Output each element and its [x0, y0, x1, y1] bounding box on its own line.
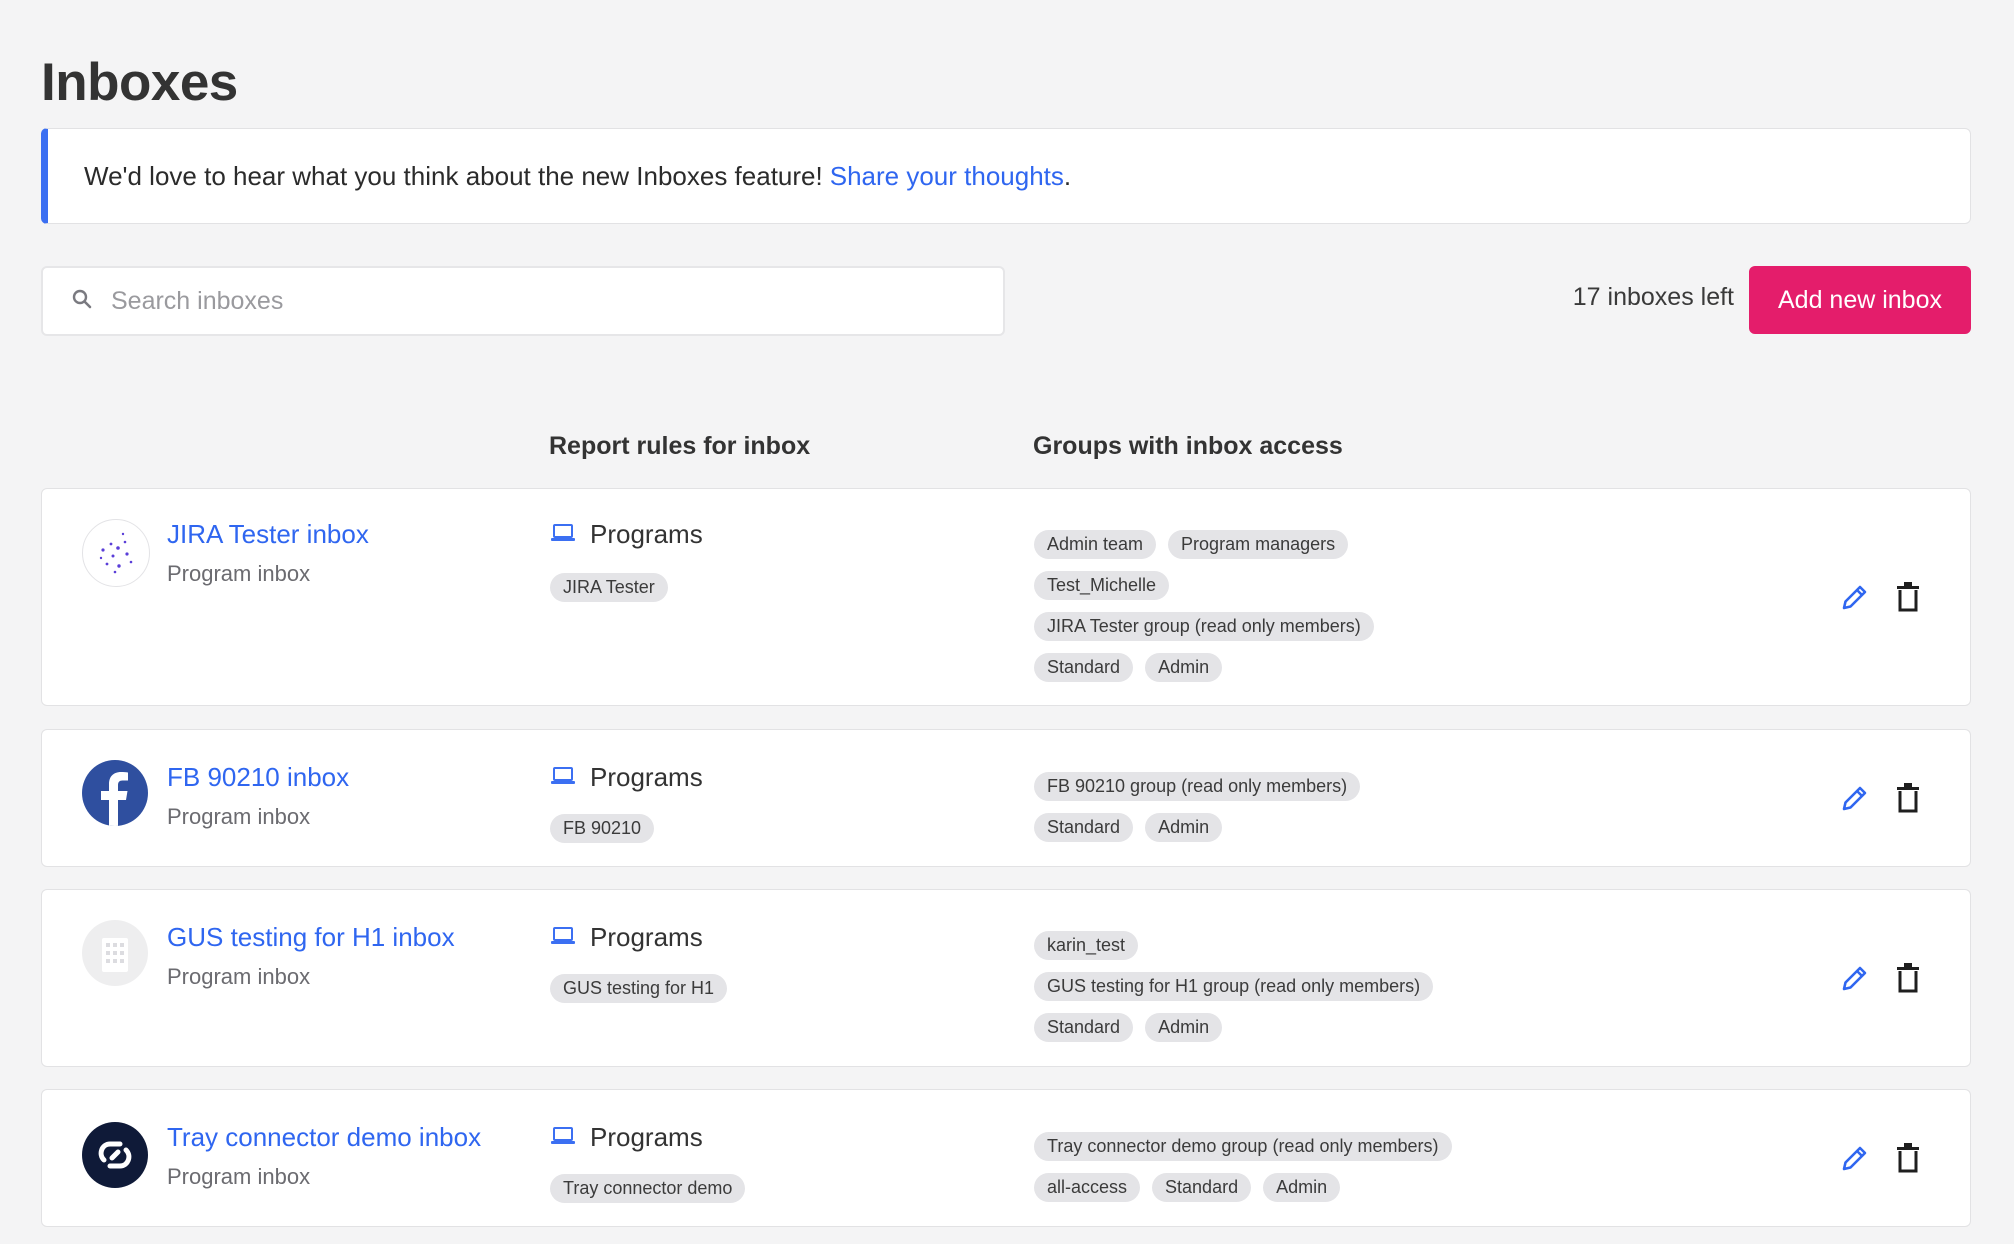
program-chips: Tray connector demo	[550, 1174, 757, 1203]
building-icon	[82, 920, 148, 986]
row-actions	[1839, 1142, 1921, 1179]
edit-icon[interactable]	[1839, 782, 1871, 819]
edit-icon[interactable]	[1839, 1142, 1871, 1179]
inbox-avatar	[82, 519, 150, 587]
inbox-row: Tray connector demo inbox Program inbox …	[41, 1089, 1971, 1227]
laptop-icon	[550, 1122, 576, 1153]
search-input[interactable]	[109, 285, 933, 317]
report-rule: Programs	[550, 762, 703, 793]
report-rule-label: Programs	[590, 1122, 703, 1152]
program-chips: JIRA Tester	[550, 573, 680, 602]
group-chip: Admin	[1145, 813, 1223, 842]
delete-icon[interactable]	[1895, 1142, 1921, 1179]
program-chip: GUS testing for H1	[550, 974, 728, 1003]
group-chips: FB 90210 group (read only members) Stand…	[1034, 772, 1372, 854]
program-chips: GUS testing for H1	[550, 974, 739, 1003]
group-chip: Test_Michelle	[1034, 571, 1170, 600]
group-chip: GUS testing for H1 group (read only memb…	[1034, 972, 1434, 1001]
inbox-type: Program inbox	[167, 561, 311, 586]
group-chip: Tray connector demo group (read only mem…	[1034, 1132, 1452, 1161]
delete-icon[interactable]	[1895, 962, 1921, 999]
row-actions	[1839, 962, 1921, 999]
group-chip: FB 90210 group (read only members)	[1034, 772, 1361, 801]
facebook-logo-icon	[82, 760, 148, 826]
laptop-icon	[550, 762, 576, 793]
inbox-type: Program inbox	[167, 964, 311, 989]
column-header-groups: Groups with inbox access	[1033, 432, 1343, 460]
group-chip: Standard	[1152, 1173, 1252, 1202]
edit-icon[interactable]	[1839, 581, 1871, 618]
banner-suffix: .	[1063, 160, 1072, 191]
inbox-name-link[interactable]: Tray connector demo inbox	[167, 1122, 481, 1153]
inbox-type: Program inbox	[167, 804, 311, 829]
feedback-banner: We'd love to hear what you think about t…	[41, 128, 1971, 224]
inbox-row: FB 90210 inbox Program inbox Programs FB…	[41, 729, 1971, 867]
group-chips: karin_test GUS testing for H1 group (rea…	[1034, 931, 1445, 1054]
inbox-row: GUS testing for H1 inbox Program inbox P…	[41, 889, 1971, 1067]
report-rule: Programs	[550, 1122, 703, 1153]
banner-text: We'd love to hear what you think about t…	[84, 160, 823, 191]
group-chip: Admin team	[1034, 530, 1157, 559]
row-actions	[1839, 581, 1921, 618]
page-title: Inboxes	[41, 53, 238, 112]
inboxes-left-count: 17 inboxes left	[1572, 283, 1734, 311]
inbox-name-link[interactable]: FB 90210 inbox	[167, 762, 349, 793]
report-rule: Programs	[550, 922, 703, 953]
inbox-type: Program inbox	[167, 1164, 311, 1189]
group-chip: JIRA Tester group (read only members)	[1034, 612, 1374, 641]
report-rule-label: Programs	[590, 922, 703, 952]
group-chips: Admin team Program managers Test_Michelle…	[1034, 530, 1386, 694]
program-chip: Tray connector demo	[550, 1174, 746, 1203]
delete-icon[interactable]	[1895, 581, 1921, 618]
program-chips: FB 90210	[550, 814, 666, 843]
group-chip: Admin	[1145, 1013, 1223, 1042]
inbox-row: JIRA Tester inbox Program inbox Programs…	[41, 488, 1971, 706]
laptop-icon	[550, 922, 576, 953]
group-chip: Admin	[1145, 653, 1223, 682]
group-chips: Tray connector demo group (read only mem…	[1034, 1132, 1464, 1214]
group-chip: Standard	[1034, 813, 1134, 842]
group-chip: Admin	[1263, 1173, 1341, 1202]
search-icon	[71, 288, 93, 315]
search-box[interactable]	[41, 266, 1005, 336]
report-rule-label: Programs	[590, 519, 703, 549]
edit-icon[interactable]	[1839, 962, 1871, 999]
program-chip: JIRA Tester	[550, 573, 668, 602]
group-chip: Program managers	[1168, 530, 1349, 559]
share-thoughts-link[interactable]: Share your thoughts	[830, 161, 1064, 192]
laptop-icon	[550, 519, 576, 550]
column-header-report-rules: Report rules for inbox	[549, 432, 811, 460]
delete-icon[interactable]	[1895, 782, 1921, 819]
group-chip: all-access	[1034, 1173, 1141, 1202]
row-actions	[1839, 782, 1921, 819]
report-rule: Programs	[550, 519, 703, 550]
inbox-name-link[interactable]: JIRA Tester inbox	[167, 519, 369, 550]
group-chip: karin_test	[1034, 931, 1139, 960]
report-rule-label: Programs	[590, 762, 703, 792]
add-new-inbox-button[interactable]: Add new inbox	[1749, 266, 1971, 334]
link-logo-icon	[82, 1122, 148, 1188]
inbox-name-link[interactable]: GUS testing for H1 inbox	[167, 922, 455, 953]
program-chip: FB 90210	[550, 814, 655, 843]
group-chip: Standard	[1034, 653, 1134, 682]
group-chip: Standard	[1034, 1013, 1134, 1042]
